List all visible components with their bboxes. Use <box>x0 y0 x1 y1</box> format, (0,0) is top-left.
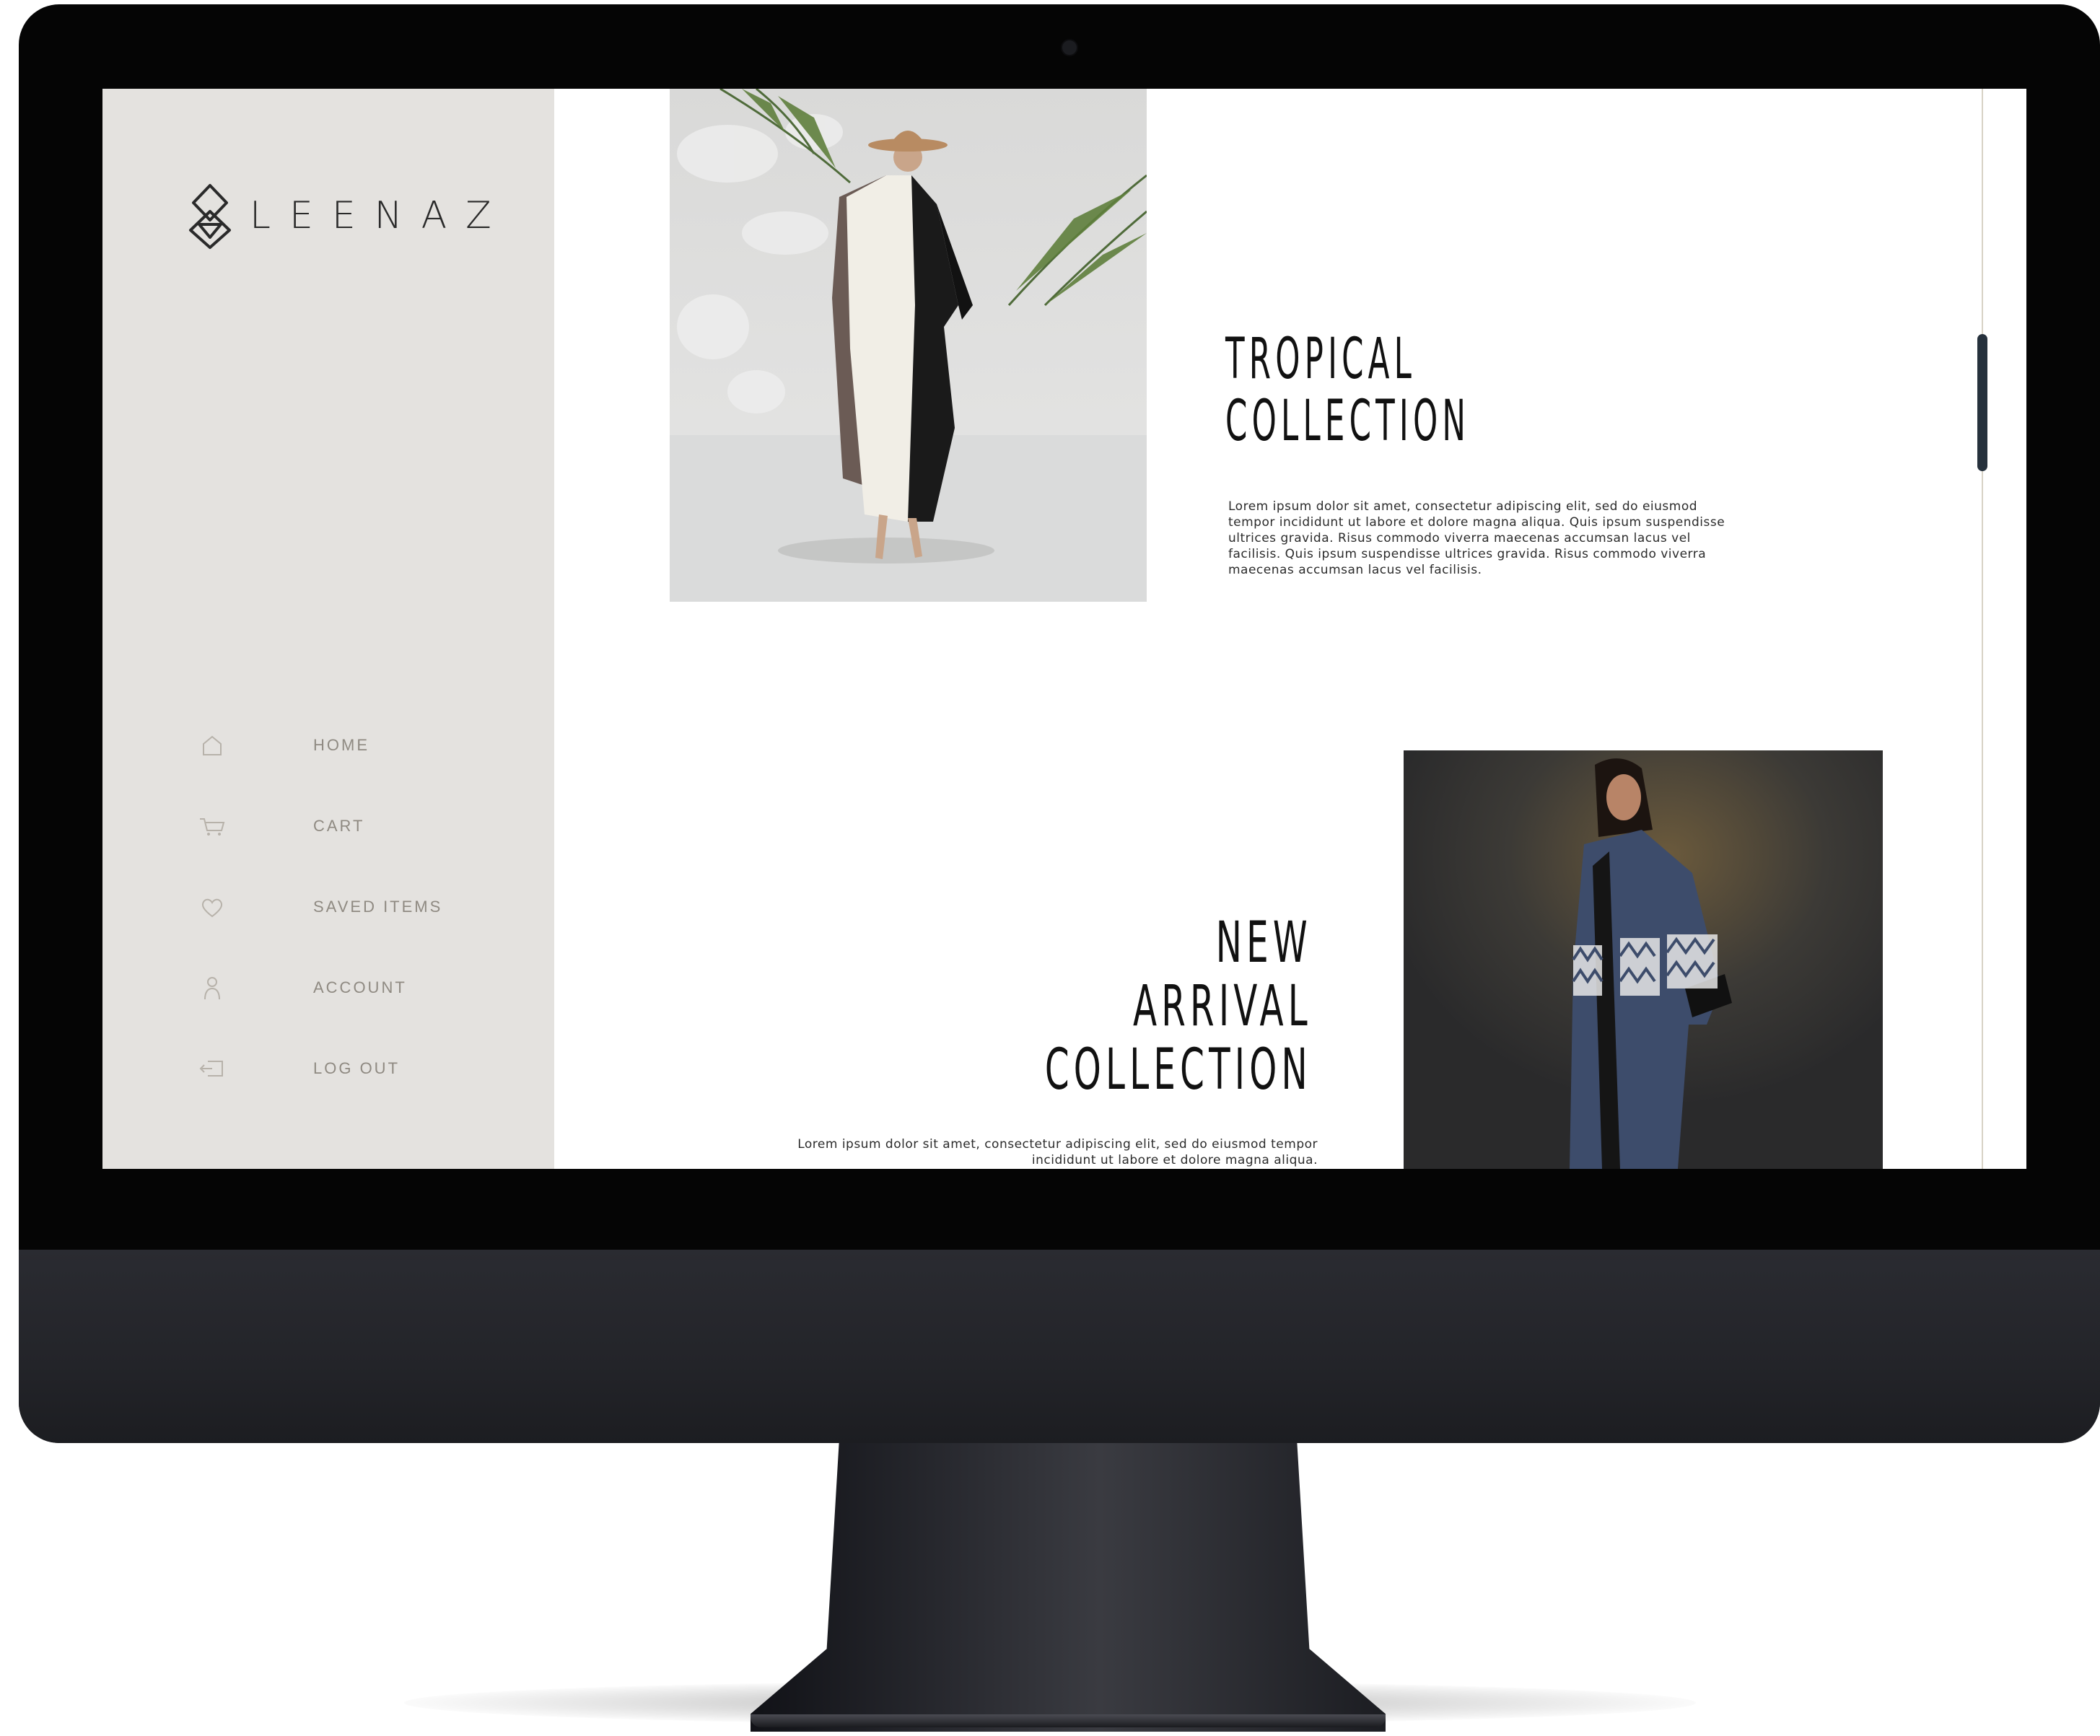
scrollbar-thumb[interactable] <box>1977 334 1987 471</box>
nav-label-account: ACCOUNT <box>313 978 407 996</box>
new-arrival-collection-description: Lorem ipsum dolor sit amet, consectetur … <box>797 1137 1318 1167</box>
home-icon <box>203 735 222 755</box>
model-photo-tropical <box>670 89 1147 602</box>
tropical-collection-description: Lorem ipsum dolor sit amet, consectetur … <box>1228 499 1725 577</box>
nav-item-saved-items[interactable]: SAVED ITEMS <box>196 885 471 929</box>
nav-label-cart: CART <box>313 817 365 835</box>
monitor-stand <box>751 1436 1386 1732</box>
new-arrival-collection-image[interactable] <box>1404 750 1883 1169</box>
logout-icon <box>199 1061 223 1077</box>
monitor-chin <box>19 1250 2100 1443</box>
brand-name: LEENAZ <box>250 194 510 237</box>
model-photo-new-arrival <box>1404 750 1883 1169</box>
monitor-stand-base <box>751 1714 1386 1727</box>
webcam-icon <box>1061 39 1078 56</box>
heart-icon <box>201 898 223 918</box>
nav-item-log-out[interactable]: LOG OUT <box>196 1047 471 1090</box>
tropical-collection-title: TROPICAL COLLECTION <box>1225 327 1471 454</box>
nav-label-log-out: LOG OUT <box>313 1059 401 1077</box>
nav-item-account[interactable]: ACCOUNT <box>196 966 471 1009</box>
cart-icon <box>200 818 225 836</box>
website-screen: LEENAZ HOME CART SAVED ITEMS ACCOUNT LOG… <box>102 89 2026 1169</box>
sidebar: LEENAZ HOME CART SAVED ITEMS ACCOUNT LOG… <box>102 89 554 1169</box>
nav-item-cart[interactable]: CART <box>196 805 471 848</box>
brand-logo[interactable]: LEENAZ <box>185 181 510 250</box>
nav-label-home: HOME <box>313 736 369 754</box>
tropical-collection-image[interactable] <box>670 89 1147 602</box>
nav-label-saved-items: SAVED ITEMS <box>313 898 443 916</box>
new-arrival-collection-title: NEW ARRIVAL COLLECTION <box>1044 911 1312 1102</box>
nav-item-home[interactable]: HOME <box>196 724 471 767</box>
leenaz-logo-mark-icon <box>189 184 231 249</box>
user-icon <box>204 977 220 1000</box>
scrollbar-track[interactable] <box>1982 89 1983 1169</box>
